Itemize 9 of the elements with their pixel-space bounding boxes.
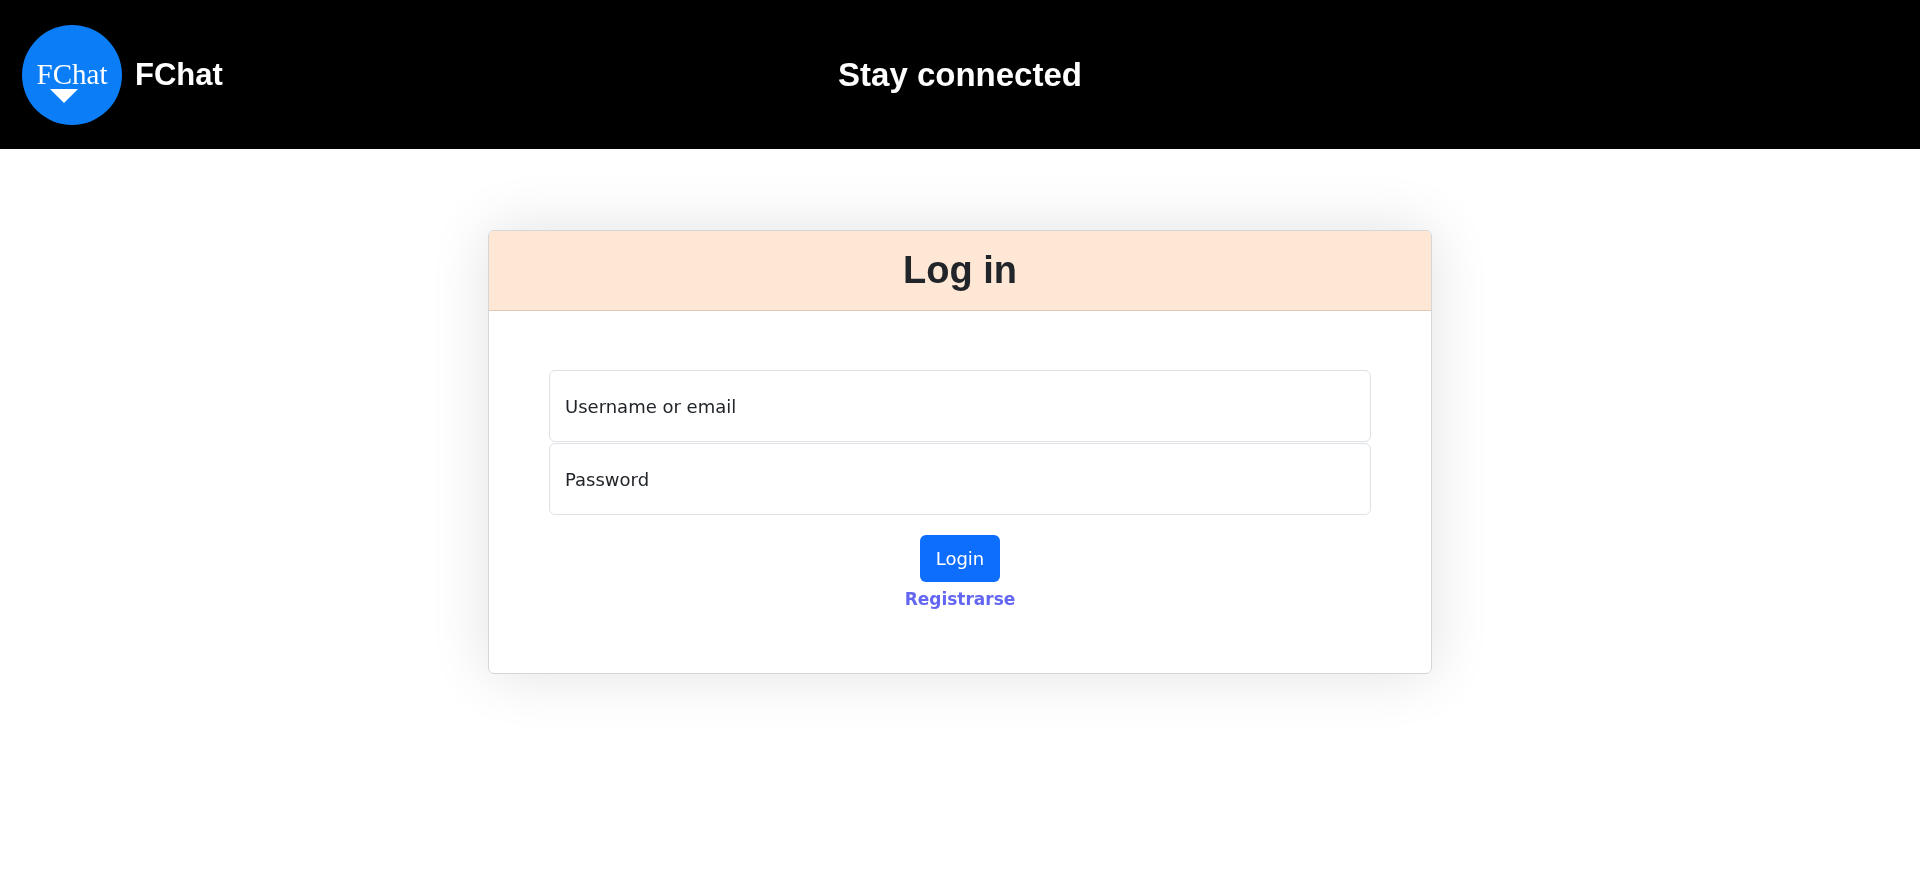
header-title: Stay connected [838,55,1082,94]
username-field[interactable]: Username or email [549,370,1371,442]
brand-name: FChat [135,56,223,93]
card-title: Log in [903,249,1017,292]
login-button[interactable]: Login [919,535,1001,582]
register-link[interactable]: Registrarse [904,589,1016,609]
logo-text: FChat [36,60,108,89]
password-field[interactable]: Password [549,443,1371,515]
down-triangle-icon [50,89,78,103]
